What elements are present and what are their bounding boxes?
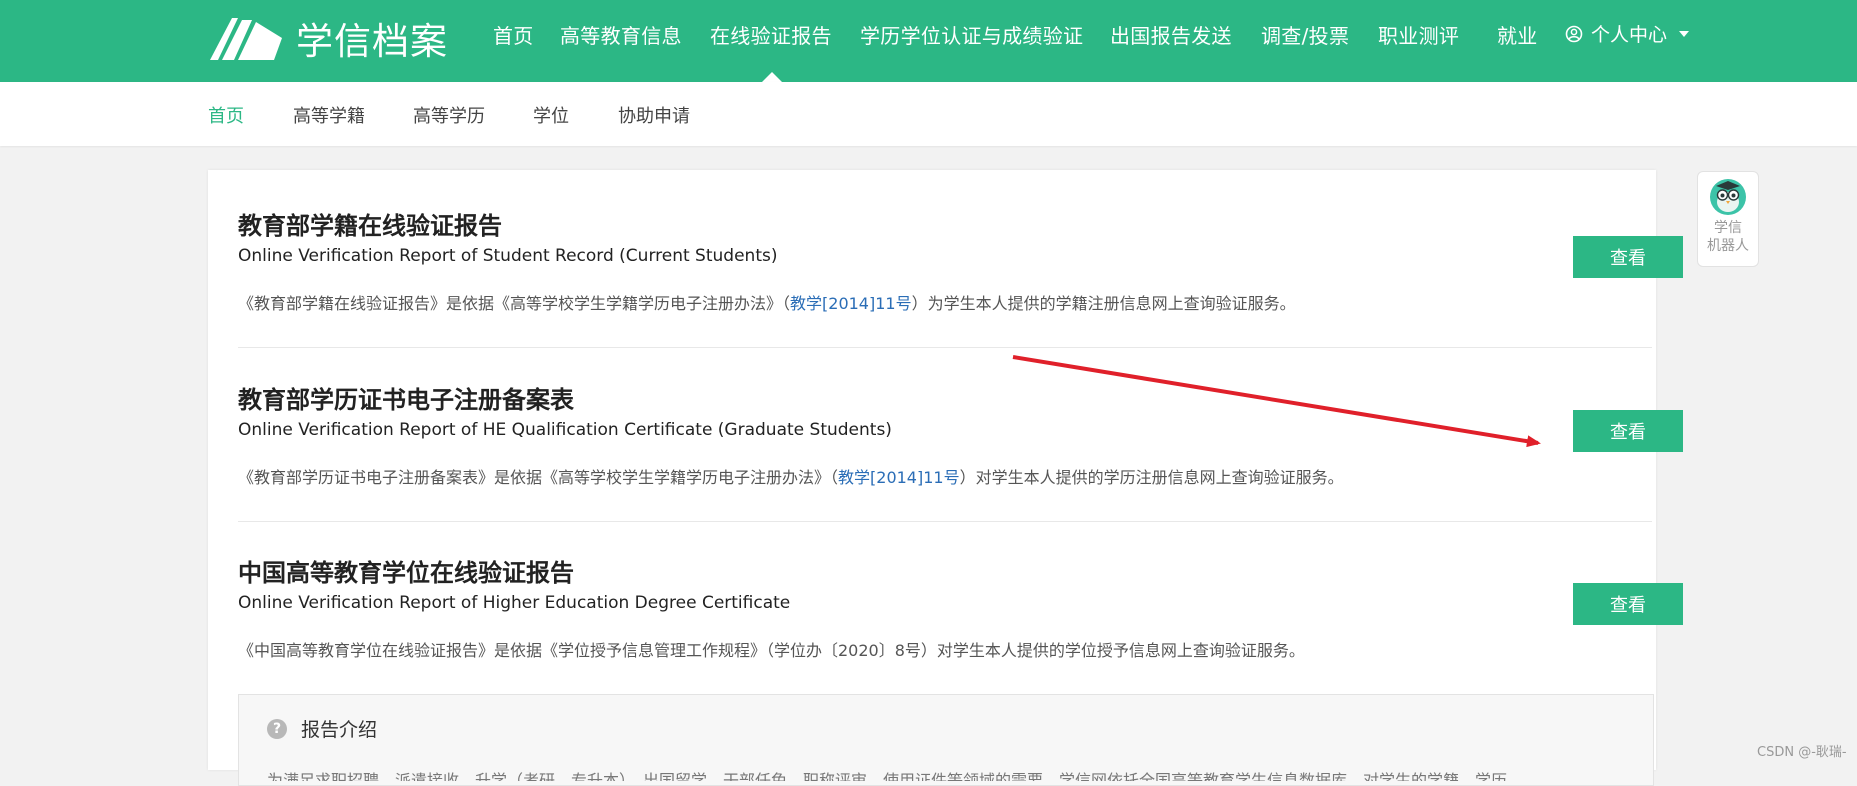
sub-navbar: 首页 高等学籍 高等学历 学位 协助申请	[0, 82, 1857, 146]
subnav-degree[interactable]: 学位	[533, 102, 569, 128]
top-navbar: 学信档案 首页 高等教育信息 在线验证报告 学历学位认证与成绩验证 出国报告发送…	[0, 0, 1857, 82]
view-degree-certificate-button[interactable]: 查看	[1573, 583, 1683, 625]
nav-employment[interactable]: 就业	[1497, 20, 1538, 49]
regulation-link[interactable]: 教学[2014]11号	[838, 468, 960, 487]
report-title: 教育部学历证书电子注册备案表	[238, 386, 574, 414]
subnav-qualification[interactable]: 高等学历	[413, 102, 485, 128]
report-intro-title: 报告介绍	[301, 719, 378, 741]
report-subtitle: Online Verification Report of Student Re…	[238, 246, 778, 266]
nav-career-assessment[interactable]: 职业测评	[1378, 20, 1459, 49]
report-intro-heading: ? 报告介绍	[267, 715, 377, 742]
divider	[238, 521, 1652, 522]
robot-label: 学信 机器人	[1707, 219, 1749, 255]
user-center-menu[interactable]: 个人中心	[1565, 20, 1690, 47]
verification-report-card: 教育部学籍在线验证报告 Online Verification Report o…	[208, 170, 1683, 786]
subnav-student-record[interactable]: 高等学籍	[293, 102, 365, 128]
report-title: 教育部学籍在线验证报告	[238, 212, 502, 240]
report-description: 《教育部学籍在线验证报告》是依据《高等学校学生学籍学历电子注册办法》（教学[20…	[238, 290, 1296, 314]
nav-online-verification-report[interactable]: 在线验证报告	[710, 20, 832, 49]
report-description-text: ）为学生本人提供的学籍注册信息网上查询验证服务。	[911, 294, 1296, 313]
robot-label-line: 机器人	[1707, 238, 1749, 254]
regulation-link[interactable]: 教学[2014]11号	[790, 294, 912, 313]
robot-label-line: 学信	[1714, 220, 1742, 236]
report-description-text: 《教育部学籍在线验证报告》是依据《高等学校学生学籍学历电子注册办法》（	[238, 294, 791, 313]
report-student-record: 教育部学籍在线验证报告 Online Verification Report o…	[238, 206, 1683, 326]
subnav-assist-apply[interactable]: 协助申请	[618, 102, 690, 128]
view-qualification-certificate-button[interactable]: 查看	[1573, 410, 1683, 452]
xuexin-robot-widget[interactable]: 学信 机器人	[1697, 171, 1759, 267]
report-qualification-certificate: 教育部学历证书电子注册备案表 Online Verification Repor…	[238, 380, 1683, 500]
view-student-record-button[interactable]: 查看	[1573, 236, 1683, 278]
nav-degree-certification[interactable]: 学历学位认证与成绩验证	[860, 20, 1083, 49]
report-degree-certificate: 中国高等教育学位在线验证报告 Online Verification Repor…	[238, 553, 1683, 673]
question-icon: ?	[267, 718, 287, 739]
nav-overseas-report[interactable]: 出国报告发送	[1110, 20, 1232, 49]
report-title: 中国高等教育学位在线验证报告	[238, 559, 574, 587]
report-description-text: ）对学生本人提供的学历注册信息网上查询验证服务。	[959, 468, 1344, 487]
robot-avatar-icon	[1710, 179, 1746, 215]
report-intro-panel: ? 报告介绍 为满足求职招聘、派遣接收、升学（考研、专升本）、出国留学、干部任免…	[238, 694, 1654, 786]
report-intro-text: 为满足求职招聘、派遣接收、升学（考研、专升本）、出国留学、干部任免、职称评审、使…	[267, 771, 1508, 781]
chevron-down-icon	[1679, 30, 1690, 37]
subnav-home[interactable]: 首页	[208, 102, 244, 128]
report-subtitle: Online Verification Report of Higher Edu…	[238, 593, 791, 613]
report-description: 《教育部学历证书电子注册备案表》是依据《高等学校学生学籍学历电子注册办法》（教学…	[238, 464, 1344, 488]
divider	[238, 347, 1652, 348]
nav-higher-education-info[interactable]: 高等教育信息	[560, 20, 682, 49]
report-description-text: 《教育部学历证书电子注册备案表》是依据《高等学校学生学籍学历电子注册办法》（	[238, 468, 839, 487]
user-icon	[1565, 25, 1583, 42]
site-logo[interactable]: 学信档案	[208, 8, 448, 68]
nav-home[interactable]: 首页	[493, 20, 534, 49]
watermark: CSDN @-耿瑞-	[1757, 745, 1847, 760]
user-center-label: 个人中心	[1591, 24, 1668, 46]
report-subtitle: Online Verification Report of HE Qualifi…	[238, 420, 892, 440]
report-description: 《中国高等教育学位在线验证报告》是依据《学位授予信息管理工作规程》（学位办〔20…	[238, 641, 1305, 660]
active-nav-indicator	[762, 72, 782, 82]
logo-icon	[210, 18, 282, 60]
nav-survey-vote[interactable]: 调查/投票	[1261, 20, 1349, 49]
logo-text: 学信档案	[296, 20, 448, 63]
